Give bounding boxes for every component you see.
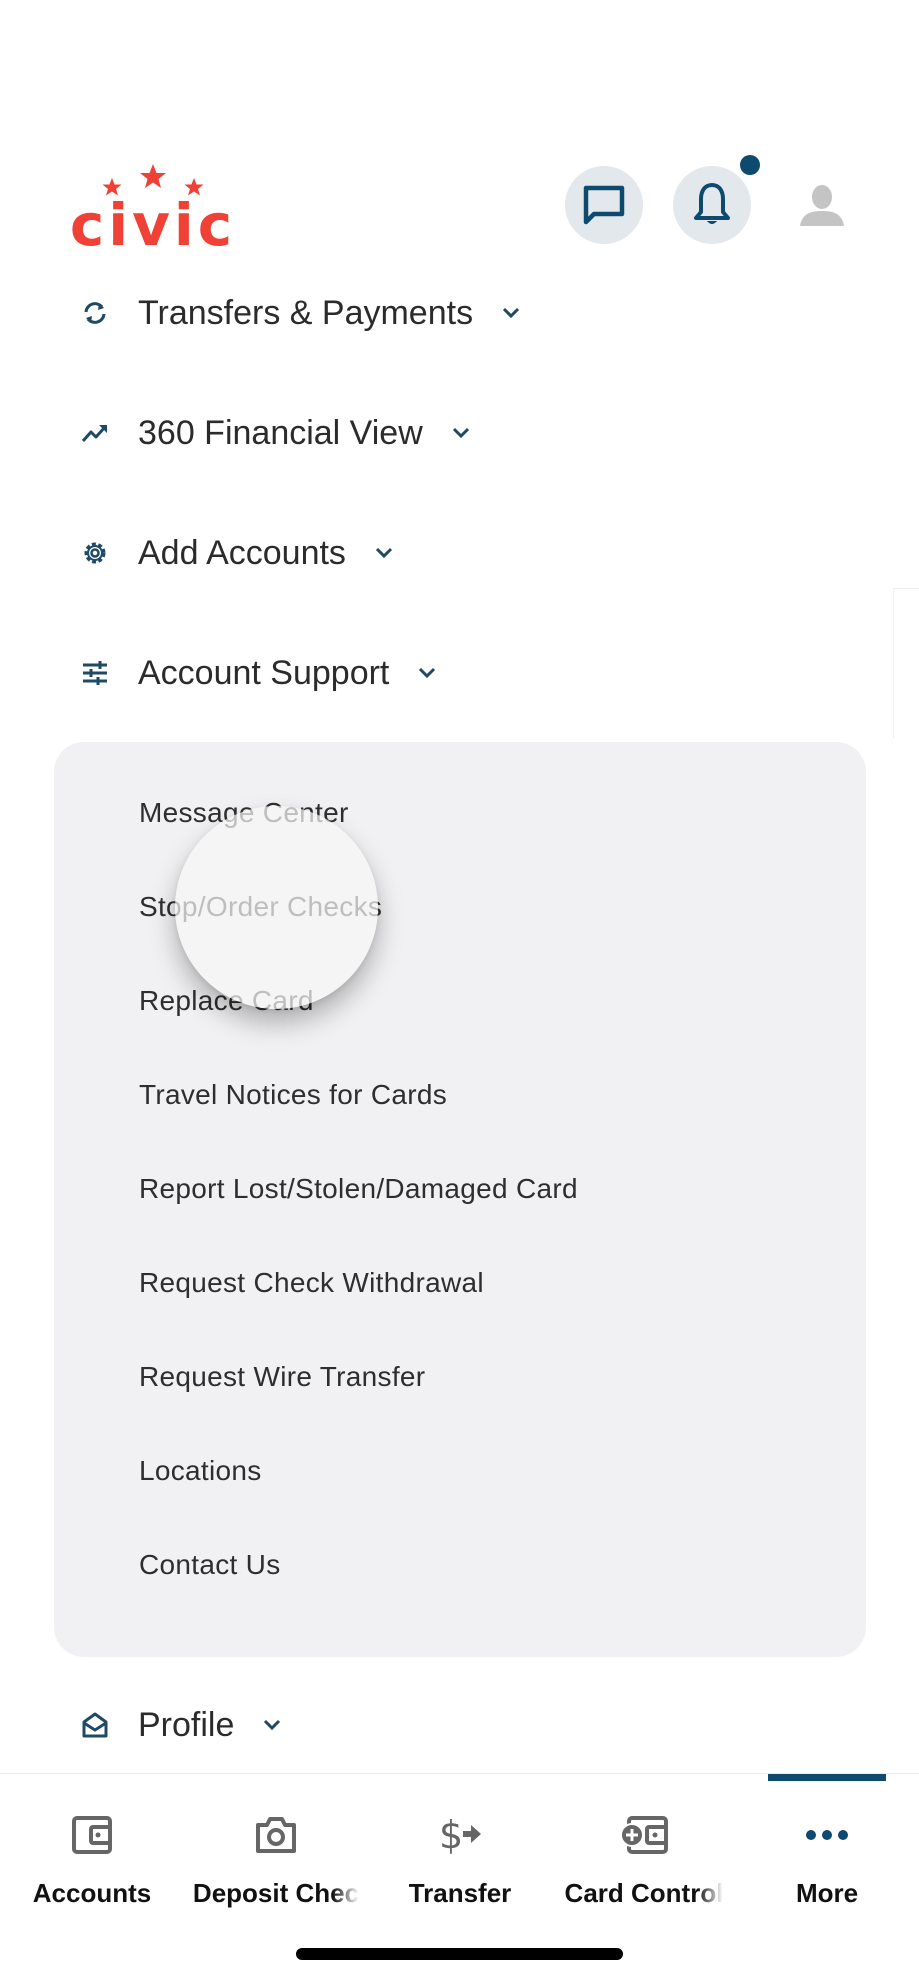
menu-section-add-accounts[interactable]: Add Accounts bbox=[78, 528, 394, 578]
profile-avatar-button[interactable] bbox=[792, 176, 852, 236]
submenu-item-report-lost-card[interactable]: Report Lost/Stolen/Damaged Card bbox=[139, 1173, 578, 1205]
tab-label: More bbox=[795, 1878, 859, 1908]
tab-label: Transfer bbox=[408, 1878, 512, 1908]
tab-more[interactable]: More bbox=[735, 1774, 919, 1924]
bell-icon bbox=[694, 183, 730, 224]
tab-label: Deposit Chec bbox=[192, 1878, 360, 1908]
tab-deposit-checks[interactable]: Deposit Chec bbox=[184, 1774, 368, 1924]
open-envelope-icon bbox=[78, 1708, 112, 1742]
user-silhouette-icon bbox=[800, 185, 844, 226]
account-support-submenu: Message Center Stop/Order Checks Replace… bbox=[54, 742, 866, 1657]
wallet-icon bbox=[71, 1812, 113, 1858]
panel-edge bbox=[893, 588, 919, 738]
tab-label: Card Control bbox=[564, 1878, 724, 1908]
menu-section-transfers-payments[interactable]: Transfers & Payments bbox=[78, 288, 521, 338]
trending-up-icon bbox=[78, 416, 112, 450]
logo-wordmark: civic bbox=[69, 191, 237, 259]
sliders-icon bbox=[78, 656, 112, 690]
menu-section-label: Transfers & Payments bbox=[138, 293, 474, 332]
submenu-item-locations[interactable]: Locations bbox=[139, 1455, 262, 1487]
menu-section-account-support[interactable]: Account Support bbox=[78, 648, 437, 698]
more-dots-icon bbox=[805, 1812, 849, 1858]
submenu-item-replace-card[interactable]: Replace Card bbox=[139, 985, 314, 1017]
menu-section-profile[interactable]: Profile bbox=[78, 1700, 282, 1750]
submenu-item-request-wire-transfer[interactable]: Request Wire Transfer bbox=[139, 1361, 425, 1393]
home-indicator[interactable] bbox=[296, 1948, 623, 1960]
chevron-down-icon bbox=[501, 303, 521, 323]
chat-button[interactable] bbox=[565, 166, 643, 244]
tab-card-control[interactable]: Card Control bbox=[552, 1774, 736, 1924]
camera-icon bbox=[255, 1812, 297, 1858]
sync-arrows-icon bbox=[78, 296, 112, 330]
gear-icon bbox=[78, 536, 112, 570]
menu-section-label: Add Accounts bbox=[138, 533, 346, 572]
chevron-down-icon bbox=[374, 543, 394, 563]
svg-text:$: $ bbox=[439, 1814, 463, 1856]
menu-section-label: Profile bbox=[138, 1705, 235, 1744]
submenu-item-contact-us[interactable]: Contact Us bbox=[139, 1549, 281, 1581]
menu-section-label: 360 Financial View bbox=[138, 413, 423, 452]
card-plus-icon bbox=[619, 1812, 669, 1858]
submenu-item-travel-notices[interactable]: Travel Notices for Cards bbox=[139, 1079, 447, 1111]
tab-label: Accounts bbox=[32, 1878, 152, 1908]
chevron-down-icon bbox=[417, 663, 437, 683]
submenu-item-message-center[interactable]: Message Center bbox=[139, 797, 349, 829]
tab-accounts[interactable]: Accounts bbox=[0, 1774, 184, 1924]
chevron-down-icon bbox=[262, 1715, 282, 1735]
notification-badge bbox=[740, 155, 760, 175]
tab-transfer[interactable]: $ Transfer bbox=[368, 1774, 552, 1924]
civic-logo[interactable]: civic bbox=[58, 162, 248, 254]
submenu-item-stop-order-checks[interactable]: Stop/Order Checks bbox=[139, 891, 382, 923]
menu-section-label: Account Support bbox=[138, 653, 390, 692]
chat-bubble-icon bbox=[583, 185, 625, 225]
submenu-item-request-check-withdrawal[interactable]: Request Check Withdrawal bbox=[139, 1267, 484, 1299]
dollar-transfer-icon: $ bbox=[437, 1812, 483, 1858]
menu-section-360-financial-view[interactable]: 360 Financial View bbox=[78, 408, 471, 458]
chevron-down-icon bbox=[451, 423, 471, 443]
app-header: civic bbox=[0, 0, 919, 290]
notifications-button[interactable] bbox=[673, 166, 751, 244]
